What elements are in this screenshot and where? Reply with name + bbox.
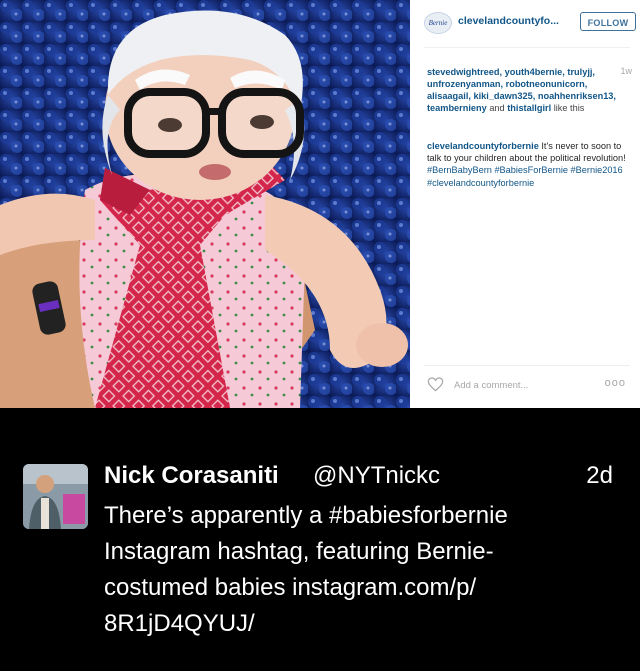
more-options-icon[interactable]: ooo [605,377,626,389]
hashtag[interactable]: #BernBabyBern [427,165,492,175]
avatar-text: Bernie [428,19,448,27]
tweet-author-name[interactable]: Nick Corasaniti [104,462,279,490]
post-caption: clevelandcountyforbernie It's never to s… [427,140,627,189]
screenshot: Bernie clevelandcountyfo... FOLLOW steve… [0,0,640,671]
liker-name[interactable]: thistallgirl [507,103,551,113]
instagram-embed: Bernie clevelandcountyfo... FOLLOW steve… [0,0,640,408]
liker-name[interactable]: unfrozenyanman [427,79,501,89]
post-details-panel: Bernie clevelandcountyfo... FOLLOW steve… [410,0,640,408]
liker-name[interactable]: robotneonunicorn [506,79,585,89]
divider [424,47,630,48]
liker-name[interactable]: kiki_dawn325 [473,91,532,101]
likes-suffix: like this [553,103,585,113]
liker-name[interactable]: trulyjj [567,67,592,77]
tweet-line: 8R1jD4QYUJ/ [104,610,255,637]
account-username[interactable]: clevelandcountyfo... [458,15,559,27]
tweet-timestamp[interactable]: 2d [586,462,613,490]
post-photo[interactable] [0,0,410,408]
heart-icon[interactable] [427,377,444,392]
comment-input[interactable]: Add a comment... [454,380,528,391]
caption-username[interactable]: clevelandcountyforbernie [427,141,539,151]
post-age: 1w [620,66,632,76]
liker-name[interactable]: stevedwightreed [427,67,500,77]
tweet-author-handle[interactable]: @NYTnickc [313,462,440,490]
hashtag[interactable]: #clevelandcountyforbernie [427,178,534,188]
post-header: Bernie clevelandcountyfo... FOLLOW [424,9,636,35]
liker-name[interactable]: noahhenriksen13 [538,91,614,101]
liker-name[interactable]: teambernieny [427,103,487,113]
liker-name[interactable]: alisaagail [427,91,468,101]
liked-by-list: stevedwightreed, youth4bernie, trulyjj, … [427,67,616,113]
hashtag[interactable]: #BabiesForBernie [494,165,568,175]
avatar[interactable] [23,464,88,529]
tweet-line: Instagram hashtag, featuring Bernie- [104,538,494,565]
account-avatar[interactable]: Bernie [424,12,452,34]
tweet-line: There’s apparently a #babiesforbernie [104,502,508,529]
tweet-line: costumed babies instagram.com/p/ [104,574,477,601]
hashtag[interactable]: #Bernie2016 [571,165,623,175]
follow-button[interactable]: FOLLOW [580,12,636,31]
tweet-text: There’s apparently a #babiesforbernie In… [104,498,614,642]
liker-name[interactable]: youth4bernie [505,67,563,77]
divider [424,365,630,366]
